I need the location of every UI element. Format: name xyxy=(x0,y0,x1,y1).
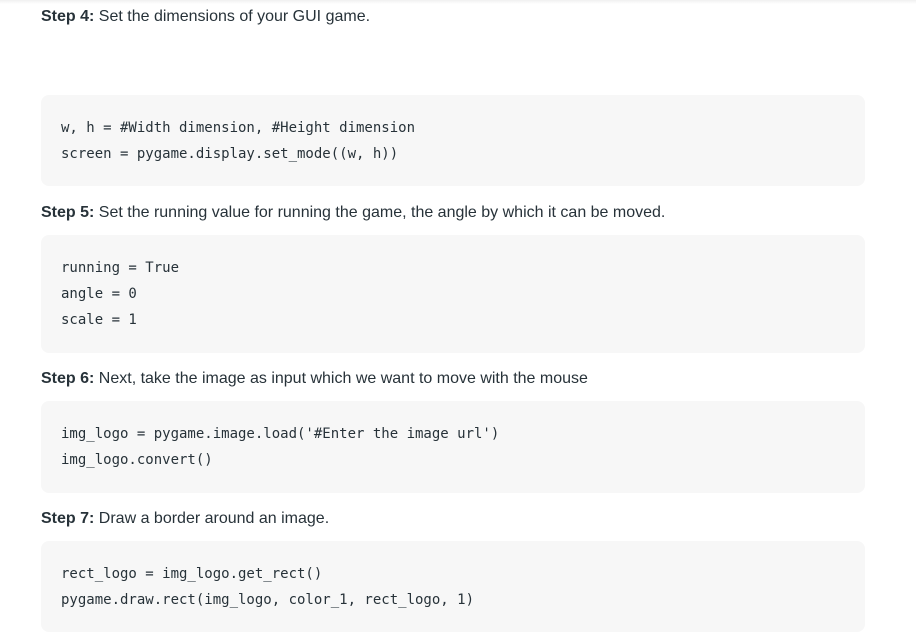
step-label: Step 7: xyxy=(41,510,95,527)
code-line: pygame.draw.rect(img_logo, color_1, rect… xyxy=(61,592,475,608)
step-6-heading: Step 6: Next, take the image as input wh… xyxy=(41,369,588,389)
step-text: Set the dimensions of your GUI game. xyxy=(94,8,371,25)
step-label: Step 6: xyxy=(41,370,95,387)
code-block-step-6: img_logo = pygame.image.load('#Enter the… xyxy=(41,401,865,493)
code-line: img_logo.convert() xyxy=(61,452,213,468)
step-text: Draw a border around an image. xyxy=(94,510,330,527)
code-line: angle = 0 xyxy=(61,286,137,302)
code-line: scale = 1 xyxy=(61,312,137,328)
code-line: screen = pygame.display.set_mode((w, h)) xyxy=(61,146,399,162)
step-5-heading: Step 5: Set the running value for runnin… xyxy=(41,203,665,223)
code-line: w, h = #Width dimension, #Height dimensi… xyxy=(61,120,416,136)
code-line: running = True xyxy=(61,260,180,276)
code-block-step-4: w, h = #Width dimension, #Height dimensi… xyxy=(41,95,865,186)
step-4-heading: Step 4: Set the dimensions of your GUI g… xyxy=(41,7,370,27)
top-shadow xyxy=(0,0,916,4)
code-line: img_logo = pygame.image.load('#Enter the… xyxy=(61,426,500,442)
step-label: Step 5: xyxy=(41,204,95,221)
code-block-step-5: running = True angle = 0 scale = 1 xyxy=(41,235,865,353)
code-block-step-7: rect_logo = img_logo.get_rect() pygame.d… xyxy=(41,541,865,632)
code-line: rect_logo = img_logo.get_rect() xyxy=(61,566,323,582)
step-7-heading: Step 7: Draw a border around an image. xyxy=(41,509,329,529)
step-text: Next, take the image as input which we w… xyxy=(94,370,588,387)
step-label: Step 4: xyxy=(41,8,95,25)
step-text: Set the running value for running the ga… xyxy=(94,204,666,221)
